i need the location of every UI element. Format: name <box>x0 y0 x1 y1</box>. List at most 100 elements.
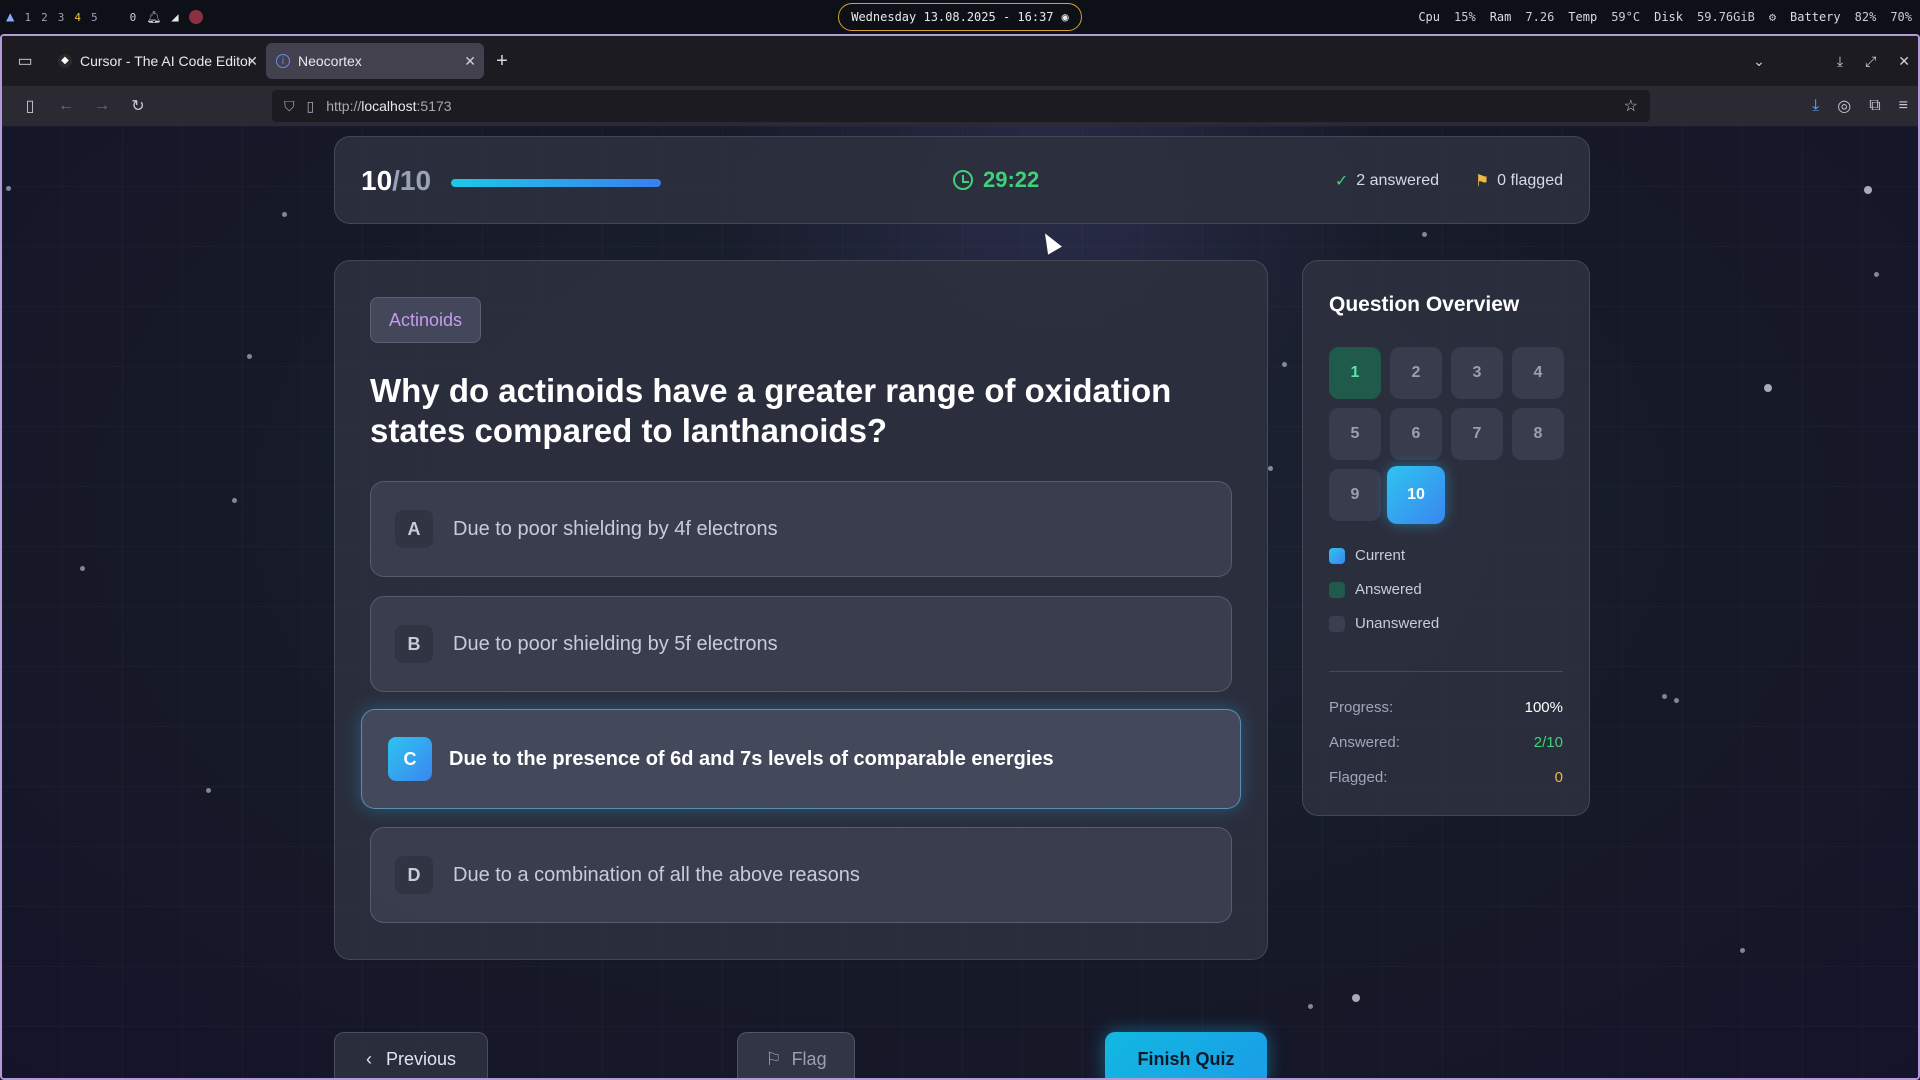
background-star <box>1674 698 1679 703</box>
system-status-bar: ▲ 1 2 3 4 5 0 🔔︎ ◢ Wednesday 13.08.2025 … <box>0 0 1920 34</box>
cpu-label: Cpu <box>1418 10 1441 24</box>
legend-answered: Answered <box>1329 581 1422 598</box>
finish-label: Finish Quiz <box>1137 1048 1235 1069</box>
chevron-down-icon[interactable]: ⌄ <box>1753 53 1765 70</box>
ram-label: Ram <box>1489 10 1512 24</box>
option-d[interactable]: D Due to a combination of all the above … <box>370 827 1232 923</box>
flag-icon: ⚑ <box>1474 173 1490 190</box>
workspace-2[interactable]: 2 <box>41 11 48 24</box>
temp-label: Temp <box>1568 10 1598 24</box>
volume-value[interactable]: 70% <box>1890 10 1912 24</box>
url-text[interactable]: http://localhost:5173 <box>326 98 451 114</box>
timer-value: 29:22 <box>983 167 1040 192</box>
maximize-icon[interactable]: ⤢ <box>1865 53 1876 70</box>
option-text: Due to the presence of 6d and 7s levels … <box>449 747 1054 770</box>
option-a[interactable]: A Due to poor shielding by 4f electrons <box>370 481 1232 577</box>
option-text: Due to a combination of all the above re… <box>453 863 860 886</box>
topic-badge: Actinoids <box>370 297 482 343</box>
stat-value: 100% <box>1524 699 1563 716</box>
url-port: :5173 <box>416 98 452 114</box>
question-button-10[interactable]: 10 <box>1387 466 1445 524</box>
account-icon[interactable]: ◎ <box>1837 96 1851 116</box>
flag-button[interactable]: ⚐ Flag <box>737 1032 855 1078</box>
question-button-7[interactable]: 7 <box>1451 408 1503 460</box>
close-window-icon[interactable]: ✕ <box>1898 53 1910 70</box>
question-card: Actinoids Why do actinoids have a greate… <box>334 260 1268 960</box>
option-text: Due to poor shielding by 4f electrons <box>453 517 778 540</box>
forward-icon[interactable]: → <box>84 97 120 115</box>
reload-icon[interactable]: ↻ <box>120 96 156 116</box>
tab-cursor[interactable]: ◆ Cursor - The AI Code Editor ✕ <box>48 43 266 79</box>
background-star <box>1352 994 1360 1002</box>
stat-value: 0 <box>1554 769 1563 786</box>
shield-icon[interactable]: ⛉ <box>284 98 295 115</box>
menu-icon[interactable]: ≡ <box>1899 97 1908 115</box>
option-c[interactable]: C Due to the presence of 6d and 7s level… <box>361 709 1241 809</box>
url-host: localhost <box>361 98 417 114</box>
background-star <box>1422 232 1427 237</box>
question-button-8[interactable]: 8 <box>1512 408 1564 460</box>
legend-swatch <box>1329 547 1345 564</box>
background-star <box>1662 694 1667 699</box>
close-tab-icon[interactable]: ✕ <box>246 53 258 70</box>
background-star <box>1864 186 1872 194</box>
background-star <box>1764 384 1772 392</box>
timer: 29:22 <box>953 167 1039 193</box>
temp-value: 59°C <box>1611 10 1641 24</box>
bell-icon: 🔔︎ <box>146 10 162 24</box>
background-star <box>232 498 237 503</box>
bookmark-star-icon[interactable]: ☆ <box>1624 96 1638 116</box>
ram-value: 7.26 <box>1525 10 1555 24</box>
background-star <box>6 186 11 191</box>
question-button-2[interactable]: 2 <box>1390 347 1442 399</box>
workspace-4[interactable]: 4 <box>74 11 81 24</box>
background-star <box>1874 272 1879 277</box>
workspace-3[interactable]: 3 <box>58 11 65 24</box>
sidebar-toggle-icon[interactable]: ▯ <box>12 96 48 116</box>
question-button-4[interactable]: 4 <box>1512 347 1564 399</box>
flag-label: Flag <box>791 1048 827 1069</box>
option-letter: D <box>395 856 433 894</box>
question-button-9[interactable]: 9 <box>1329 469 1381 521</box>
background-star <box>247 354 252 359</box>
background-star <box>1282 362 1287 367</box>
option-b[interactable]: B Due to poor shielding by 5f electrons <box>370 596 1232 692</box>
new-tab-button[interactable]: + <box>484 50 520 73</box>
cpu-value: 15% <box>1454 10 1476 24</box>
close-tab-icon[interactable]: ✕ <box>464 53 476 70</box>
url-bar[interactable]: ⛉ ▯ http://localhost:5173 ☆ <box>272 90 1650 122</box>
page-icon: ▯ <box>306 97 315 114</box>
minimize-icon[interactable]: ⤓ <box>1837 53 1843 70</box>
bluetooth-icon[interactable] <box>188 10 203 24</box>
previous-button[interactable]: ‹ Previous <box>334 1032 488 1078</box>
question-button-3[interactable]: 3 <box>1451 347 1503 399</box>
browser-window: ▭ ◆ Cursor - The AI Code Editor ✕ i Neoc… <box>0 34 1920 1080</box>
arch-logo-icon: ▲ <box>6 9 15 25</box>
battery-value: 82% <box>1854 10 1877 24</box>
navigation-bar: ▯ ← → ↻ ⛉ ▯ http://localhost:5173 ☆ ⤓ ◎ … <box>2 86 1918 126</box>
wifi-icon[interactable]: ◢ <box>171 10 178 24</box>
quiz-status-bar: 10/10 29:22 ✓ 2 answered ⚑ 0 flagged <box>334 136 1590 224</box>
check-circle-icon: ✓ <box>1334 173 1349 190</box>
datetime-display: Wednesday 13.08.2025 - 16:37 ◉ <box>838 3 1082 31</box>
tab-neocortex[interactable]: i Neocortex ✕ <box>266 43 484 79</box>
tab-list-icon[interactable]: ▭ <box>2 51 48 71</box>
flag-outline-icon: ⚐ <box>765 1048 782 1069</box>
chevron-left-icon: ‹ <box>365 1048 372 1069</box>
downloads-icon[interactable]: ⤓ <box>1812 97 1819 115</box>
question-button-6[interactable]: 6 <box>1390 408 1442 460</box>
extensions-icon[interactable]: ⧉ <box>1869 97 1880 115</box>
workspace-1[interactable]: 1 <box>24 11 31 24</box>
question-button-1[interactable]: 1 <box>1329 347 1381 399</box>
option-letter: B <box>395 625 433 663</box>
answered-text: 2 answered <box>1356 172 1439 189</box>
legend-label: Unanswered <box>1355 615 1440 632</box>
back-icon[interactable]: ← <box>48 97 84 115</box>
settings-icon[interactable]: ⚙ <box>1769 10 1776 24</box>
finish-quiz-button[interactable]: Finish Quiz <box>1105 1032 1267 1078</box>
notification-count[interactable]: 0 <box>130 11 137 24</box>
workspace-5[interactable]: 5 <box>91 11 98 24</box>
legend-unanswered: Unanswered <box>1329 615 1439 632</box>
question-button-5[interactable]: 5 <box>1329 408 1381 460</box>
url-scheme: http:// <box>326 98 362 114</box>
